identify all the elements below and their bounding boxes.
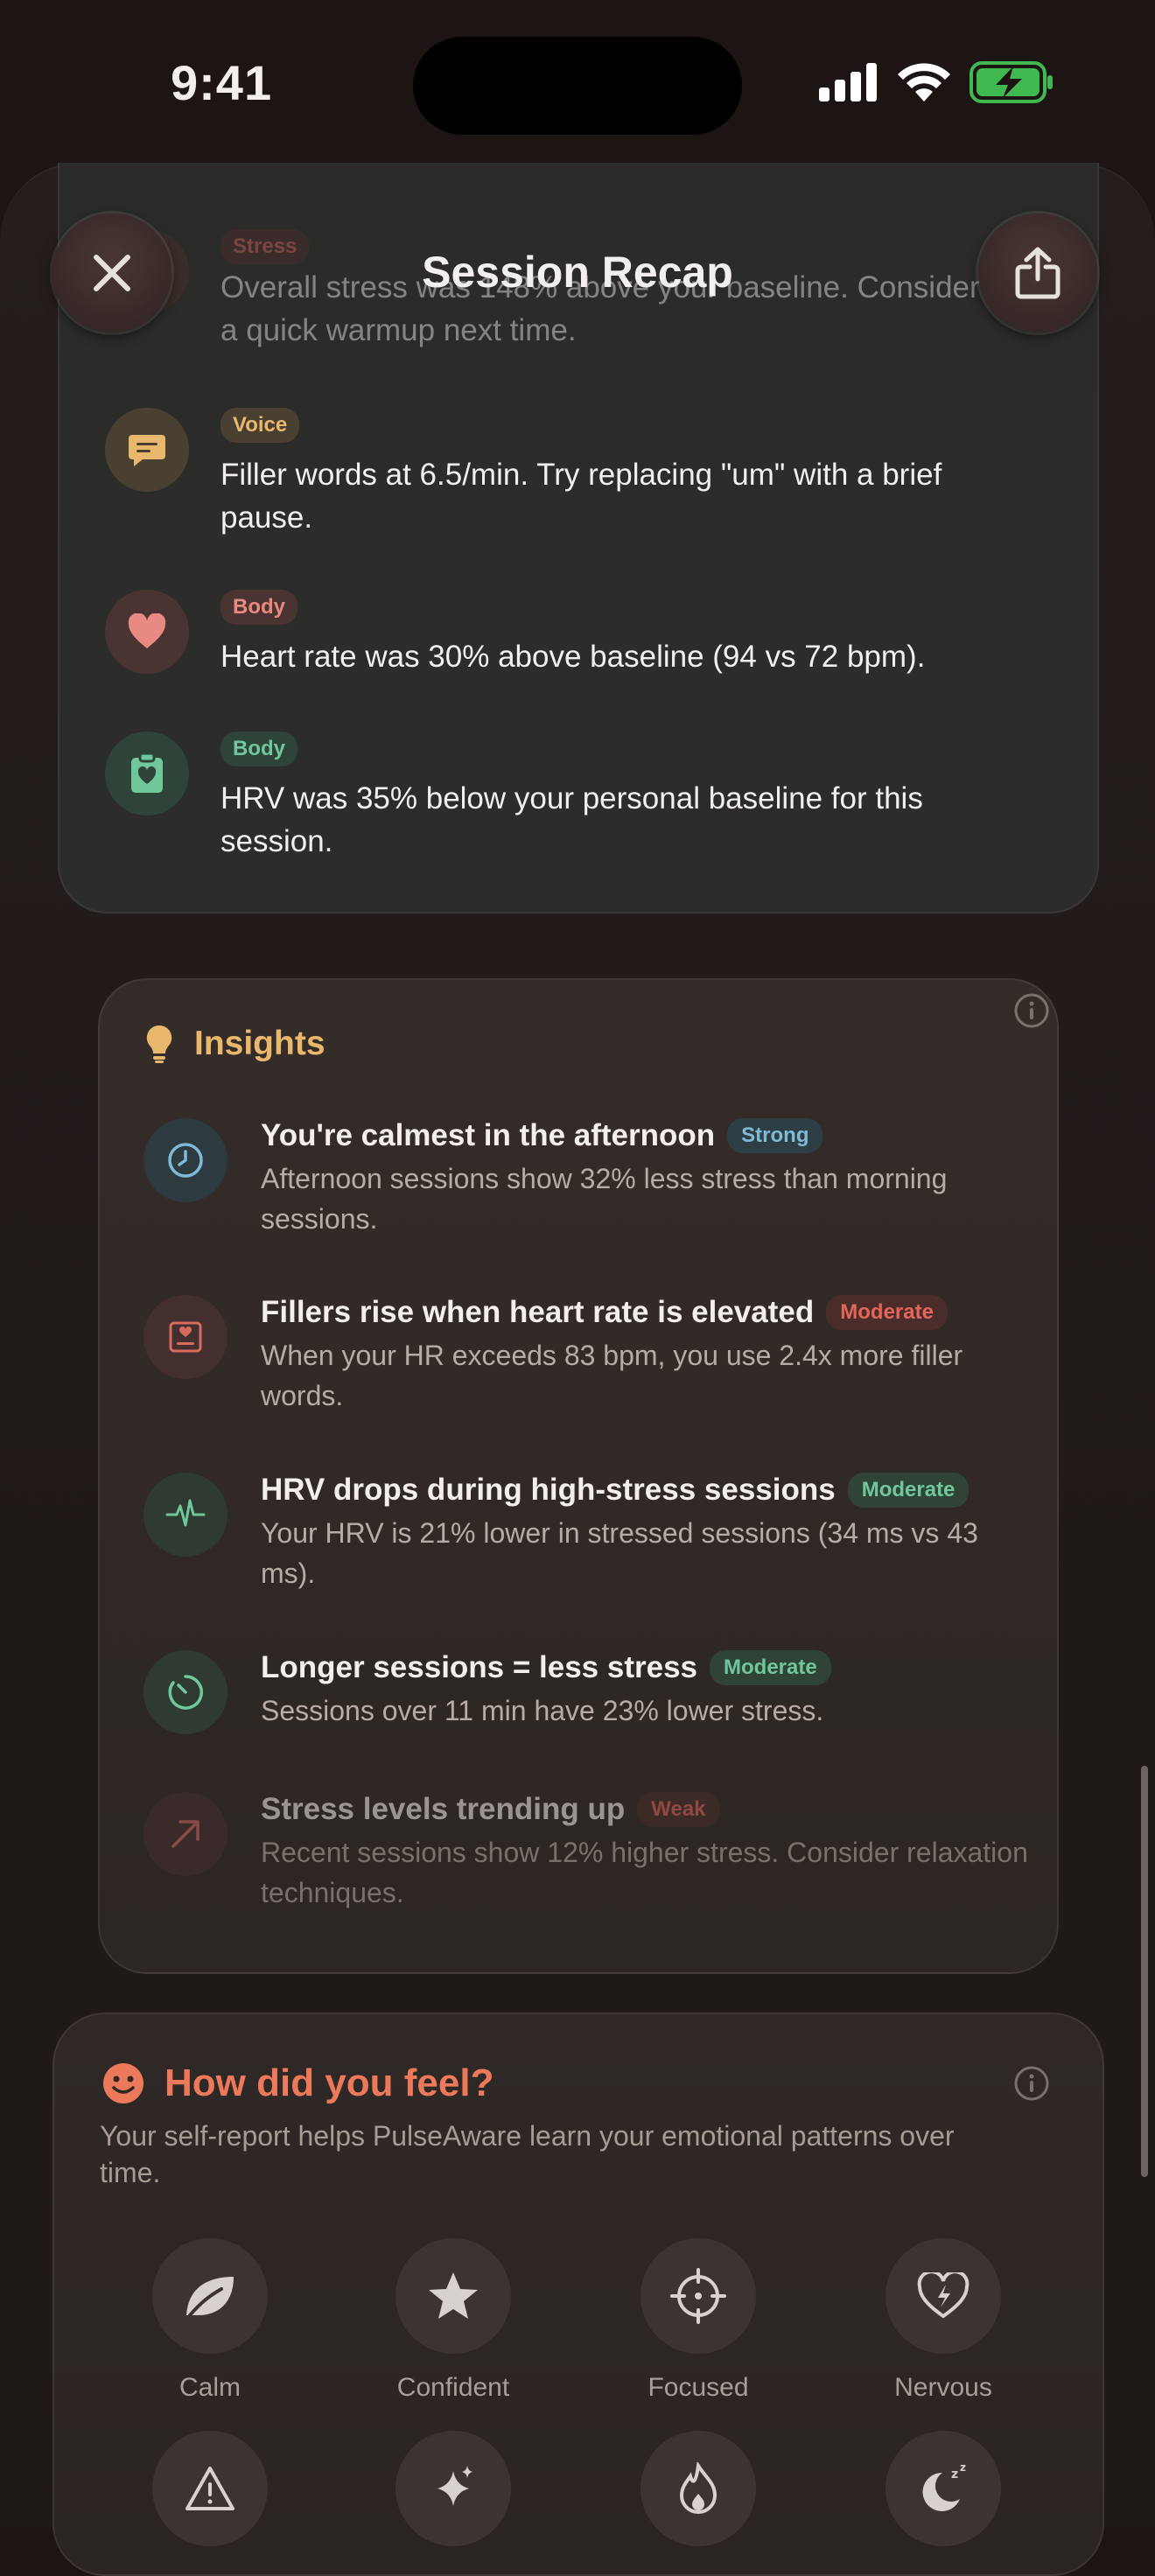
insights-title: Insights [194,1025,326,1062]
smiley-icon [103,2063,144,2104]
strength-badge: Moderate [847,1473,970,1508]
strength-badge: Moderate [826,1295,948,1330]
strength-badge: Moderate [710,1650,831,1685]
svg-text:z: z [960,2462,966,2474]
mood-option[interactable]: zz [856,2431,1031,2546]
moon-sleep-icon: zz [886,2431,1001,2546]
feedback-tag: Voice [220,408,300,443]
flame-icon [640,2431,756,2546]
insights-info-button[interactable] [1013,992,1050,1033]
mood-option[interactable] [366,2431,541,2546]
insight-title: You're calmest in the afternoon [261,1118,716,1152]
feedback-item-hrv: Body HRV was 35% below your personal bas… [220,732,990,863]
share-button[interactable] [978,214,1097,332]
mood-label: Confident [396,2373,510,2402]
waveform-icon [144,1473,228,1557]
insight-description: Recent sessions show 12% higher stress. … [261,1837,1028,1908]
feedback-tag: Body [220,732,298,766]
clipboard-heart-icon [105,732,189,816]
insight-title: Stress levels trending up [261,1792,626,1826]
feedback-item-heart-rate: Body Heart rate was 30% above baseline (… [220,590,1008,678]
insight-description: Sessions over 11 min have 23% lower stre… [261,1695,824,1726]
self-report-header: How did you feel? [102,2062,494,2105]
scrollbar[interactable] [1141,1766,1148,2177]
star-icon [396,2238,511,2354]
heart-bolt-icon [886,2238,1001,2354]
insight-description: Your HRV is 21% lower in stressed sessio… [261,1517,978,1589]
cellular-signal-icon [819,63,877,102]
crosshair-icon [640,2238,756,2354]
info-icon [1014,2066,1049,2101]
leaf-icon [152,2238,268,2354]
feedback-text: Filler words at 6.5/min. Try replacing "… [220,458,942,535]
insight-description: Afternoon sessions show 32% less stress … [261,1163,948,1235]
insight-title: Fillers rise when heart rate is elevated [261,1295,815,1329]
chat-bubble-icon [105,408,189,492]
insights-header: Insights [145,1024,326,1064]
status-icons [819,61,1054,103]
mood-option-focused[interactable]: Focused [611,2238,786,2403]
mood-label: Focused [648,2373,749,2402]
share-icon [1015,247,1060,299]
insight-description: When your HR exceeds 83 bpm, you use 2.4… [261,1340,963,1411]
strength-badge: Weak [637,1792,720,1827]
feedback-text: Heart rate was 30% above baseline (94 vs… [220,640,926,674]
mood-option[interactable] [122,2431,298,2546]
wifi-icon [898,63,950,102]
mood-label: Calm [178,2373,241,2402]
mood-option-nervous[interactable]: Nervous [856,2238,1031,2403]
sparkles-icon [396,2431,511,2546]
strength-badge: Strong [727,1118,823,1153]
lightbulb-icon [146,1025,172,1063]
svg-text:z: z [951,2468,958,2482]
warning-icon [152,2431,268,2546]
self-report-info-button[interactable] [1013,2065,1050,2106]
self-report-title: How did you feel? [164,2062,494,2104]
self-report-subtitle: Your self-report helps PulseAware learn … [100,2120,955,2188]
feedback-tag: Body [220,590,298,625]
insight-title: HRV drops during high-stress sessions [261,1473,836,1507]
feedback-text: HRV was 35% below your personal baseline… [220,781,923,858]
mood-label: Nervous [894,2373,992,2402]
heart-monitor-icon [144,1295,228,1379]
info-icon [1014,993,1049,1028]
close-icon [94,255,130,291]
status-time: 9:41 [171,55,273,110]
mood-option-confident[interactable]: Confident [366,2238,541,2403]
heart-icon [105,590,189,674]
dynamic-island [413,37,742,135]
close-button[interactable] [52,214,172,332]
mood-option-calm[interactable]: Calm [122,2238,298,2403]
feedback-item-voice: Voice Filler words at 6.5/min. Try repla… [220,408,990,539]
trend-up-icon [144,1792,228,1876]
insight-title: Longer sessions = less stress [261,1650,698,1684]
battery-charging-icon [970,61,1053,103]
timer-icon [144,1650,228,1734]
mood-option[interactable] [611,2431,786,2546]
clock-icon [144,1118,228,1202]
